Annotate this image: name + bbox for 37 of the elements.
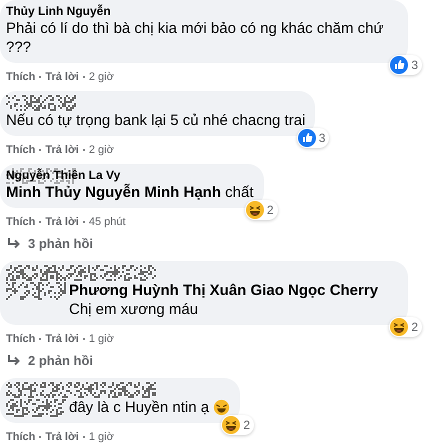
- reaction-badge[interactable]: 3: [296, 128, 330, 148]
- comment-time: 2 giờ: [88, 144, 114, 156]
- comment-text: Minh Thủy Nguyễn Minh Hạnh chất: [6, 183, 254, 202]
- comment-time: 1 giờ: [88, 333, 114, 345]
- comment-text: đây là c Huyền ntin ạ: [69, 398, 210, 417]
- comment-time: 1 giờ: [88, 431, 114, 443]
- comment-action-link[interactable]: Thích: [6, 216, 36, 228]
- comment-action-link[interactable]: Trả lời: [45, 431, 79, 443]
- laughing-face-icon: [222, 416, 240, 434]
- reaction-badge[interactable]: 2: [221, 415, 254, 435]
- comment-action-link[interactable]: Thích: [6, 71, 36, 83]
- comment-action-link[interactable]: Thích: [6, 431, 36, 443]
- comment-action-link[interactable]: Trả lời: [45, 71, 79, 83]
- reaction-badge[interactable]: 2: [244, 200, 278, 220]
- reaction-badge[interactable]: 3: [389, 55, 422, 75]
- comment-action-link[interactable]: Trả lời: [45, 333, 79, 345]
- laughing-face-icon: [390, 318, 408, 336]
- comment-action-link[interactable]: Trả lời: [45, 216, 79, 228]
- comment-author[interactable]: Nguyễn Thiên La Vy: [6, 168, 120, 183]
- like-icon: [298, 129, 316, 147]
- reaction-badge[interactable]: 2: [389, 317, 422, 337]
- redaction-noise: [6, 95, 76, 111]
- comment-text: Phương Huỳnh Thị Xuân Giao Ngọc Cherry Chị em xương máu: [69, 281, 380, 319]
- view-replies-link[interactable]: 3 phản hồi: [0, 236, 93, 251]
- comment-action-link[interactable]: Thích: [6, 333, 36, 345]
- view-replies-link[interactable]: 2 phản hồi: [0, 353, 93, 368]
- reply-arrow-icon: [6, 236, 22, 250]
- comment-author[interactable]: Thủy Linh Nguyễn: [6, 4, 111, 19]
- comment-action-link[interactable]: Trả lời: [45, 144, 79, 156]
- comment-action-link[interactable]: Thích: [6, 144, 36, 156]
- comment-text: Nếu có tự trọng bank lại 5 củ nhé chacng trai: [6, 111, 306, 130]
- comment-text: Phải có lí do thì bà chị kia mới bảo có ng khác chăm chứ ???: [6, 19, 385, 57]
- comment-time: 2 giờ: [88, 71, 114, 83]
- reply-arrow-icon: [6, 354, 22, 368]
- laughing-face-icon: [246, 201, 264, 219]
- like-icon: [390, 56, 408, 74]
- comment-time: 45 phút: [88, 216, 126, 228]
